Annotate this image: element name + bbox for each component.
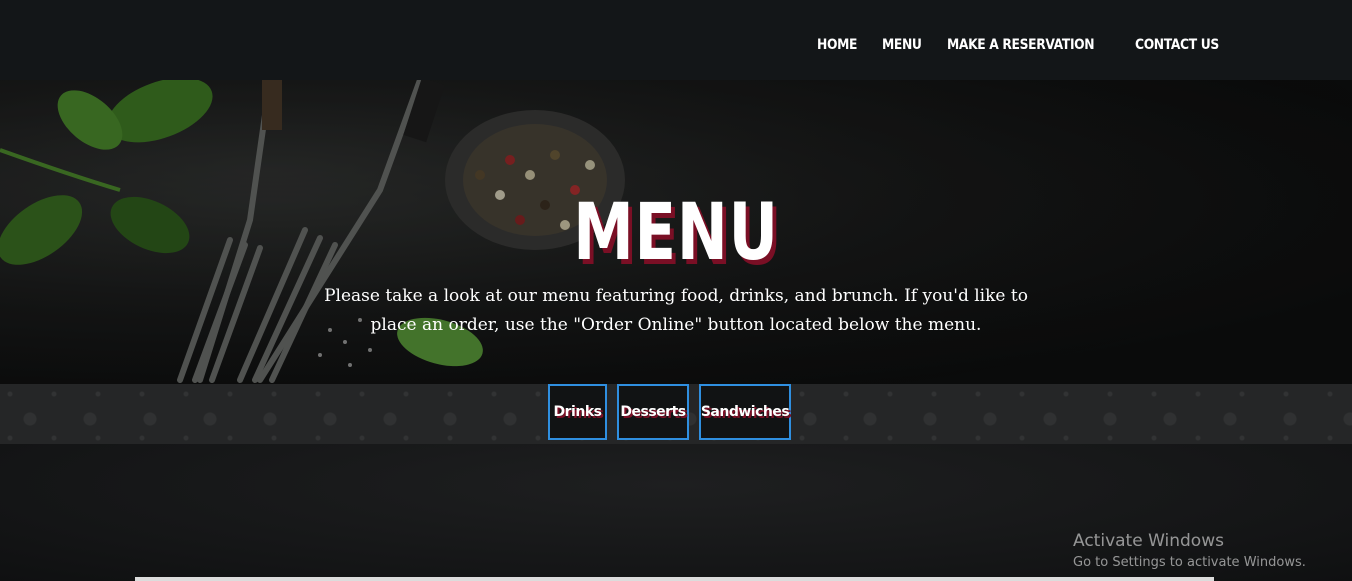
main-nav: HOME MENU MAKE A RESERVATION CONTACT US [817,37,1230,53]
tab-desserts[interactable]: Desserts [617,384,689,440]
menu-category-bar: Drinks Desserts Sandwiches [0,384,1352,444]
top-navbar: HOME MENU MAKE A RESERVATION CONTACT US [0,0,1352,80]
tab-sandwiches[interactable]: Sandwiches [699,384,791,440]
watermark-title: Activate Windows [1073,531,1224,551]
nav-contact-link[interactable]: CONTACT US [1135,37,1219,53]
nav-home-link[interactable]: HOME [817,37,857,53]
nav-menu-link[interactable]: MENU [882,37,922,53]
windows-activation-watermark: Activate Windows Go to Settings to activ… [1073,530,1306,572]
hero-banner: MENU Please take a look at our menu feat… [0,80,1352,384]
watermark-subtitle: Go to Settings to activate Windows. [1073,555,1306,570]
nav-reservation-link[interactable]: MAKE A RESERVATION [947,37,1095,53]
page-title: MENU [573,188,779,279]
menu-category-tabs: Drinks Desserts Sandwiches [548,384,791,440]
menu-panel-top-edge [135,577,1214,581]
menu-description: Please take a look at our menu featuring… [324,286,1028,335]
page: HOME MENU MAKE A RESERVATION CONTACT US [0,0,1352,581]
tab-drinks[interactable]: Drinks [548,384,607,440]
